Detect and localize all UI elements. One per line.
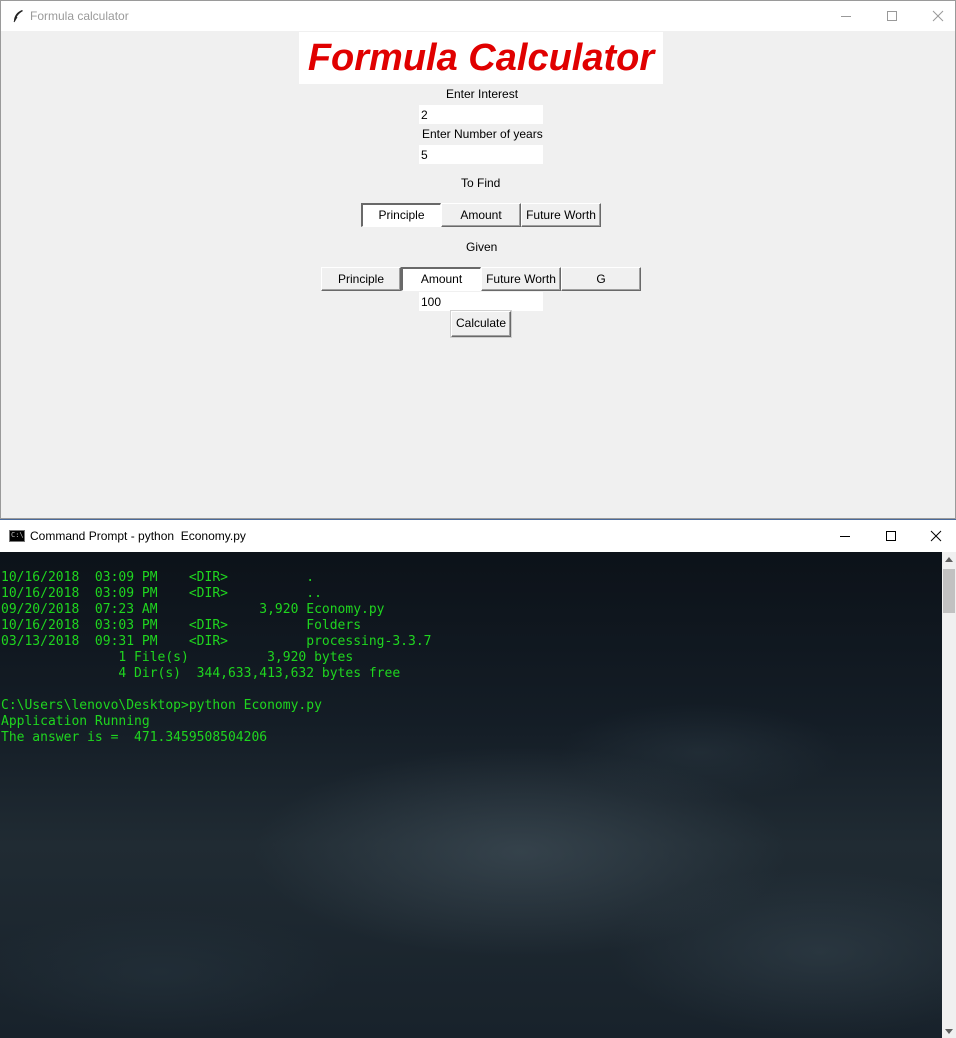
cmd-icon: C:\ <box>9 530 25 542</box>
console-line: C:\Users\lenovo\Desktop>python Economy.p… <box>1 698 322 713</box>
maximize-button[interactable] <box>869 1 915 31</box>
interest-input[interactable] <box>419 105 543 124</box>
console-line: Application Running <box>1 714 150 729</box>
given-label: Given <box>466 240 498 254</box>
close-button[interactable] <box>915 1 956 31</box>
window-title: Formula calculator <box>30 9 129 23</box>
console-output: 10/16/2018 03:09 PM <DIR> . 10/16/2018 03… <box>1 570 431 746</box>
given-amount-option[interactable]: Amount <box>401 267 481 291</box>
tk-feather-icon <box>13 10 23 23</box>
title-bar[interactable]: Formula calculator <box>1 1 955 31</box>
console-line: The answer is = 471.3459508504206 <box>1 730 268 745</box>
maximize-icon <box>887 11 897 21</box>
maximize-icon <box>886 531 896 541</box>
formula-calculator-window: Formula calculator Formula Calculator En… <box>0 0 956 519</box>
to-find-amount-option[interactable]: Amount <box>441 203 521 227</box>
console-line: 09/20/2018 07:23 AM 3,920 Economy.py <box>1 602 385 617</box>
to-find-principle-option[interactable]: Principle <box>361 203 441 227</box>
scroll-up-arrow-icon[interactable] <box>942 552 956 568</box>
console-line: 1 File(s) 3,920 bytes <box>1 650 354 665</box>
minimize-button[interactable] <box>823 1 869 31</box>
console-line: 4 Dir(s) 344,633,413,632 bytes free <box>1 666 401 681</box>
close-icon <box>930 530 942 542</box>
console-scrollbar[interactable] <box>942 552 956 1038</box>
close-icon <box>932 10 944 22</box>
to-find-label: To Find <box>461 176 501 190</box>
console-area[interactable]: 10/16/2018 03:09 PM <DIR> . 10/16/2018 03… <box>0 552 942 1038</box>
app-heading: Formula Calculator <box>299 32 663 84</box>
given-principle-option[interactable]: Principle <box>321 267 401 291</box>
cmd-maximize-button[interactable] <box>868 521 914 551</box>
cmd-close-button[interactable] <box>913 521 956 551</box>
to-find-future-worth-option[interactable]: Future Worth <box>521 203 601 227</box>
minimize-icon <box>840 536 850 537</box>
console-line: 10/16/2018 03:09 PM <DIR> .. <box>1 586 322 601</box>
console-line: 10/16/2018 03:09 PM <DIR> . <box>1 570 315 585</box>
calculate-button[interactable]: Calculate <box>451 311 511 337</box>
console-line: 03/13/2018 09:31 PM <DIR> processing-3.3… <box>1 634 432 649</box>
cmd-title-bar[interactable]: C:\ Command Prompt - python Economy.py <box>0 520 956 552</box>
years-label: Enter Number of years <box>422 127 543 141</box>
years-input[interactable] <box>419 145 543 164</box>
given-g-option[interactable]: G <box>561 267 641 291</box>
scrollbar-thumb[interactable] <box>943 569 955 613</box>
interest-label: Enter Interest <box>446 87 519 101</box>
cmd-window-title: Command Prompt - python Economy.py <box>30 529 246 543</box>
given-value-input[interactable] <box>419 292 543 311</box>
command-prompt-window: C:\ Command Prompt - python Economy.py 1… <box>0 519 956 1038</box>
console-line: 10/16/2018 03:03 PM <DIR> Folders <box>1 618 362 633</box>
minimize-icon <box>841 16 851 17</box>
cmd-minimize-button[interactable] <box>822 521 868 551</box>
scroll-down-arrow-icon[interactable] <box>942 1023 956 1038</box>
given-future-worth-option[interactable]: Future Worth <box>481 267 561 291</box>
